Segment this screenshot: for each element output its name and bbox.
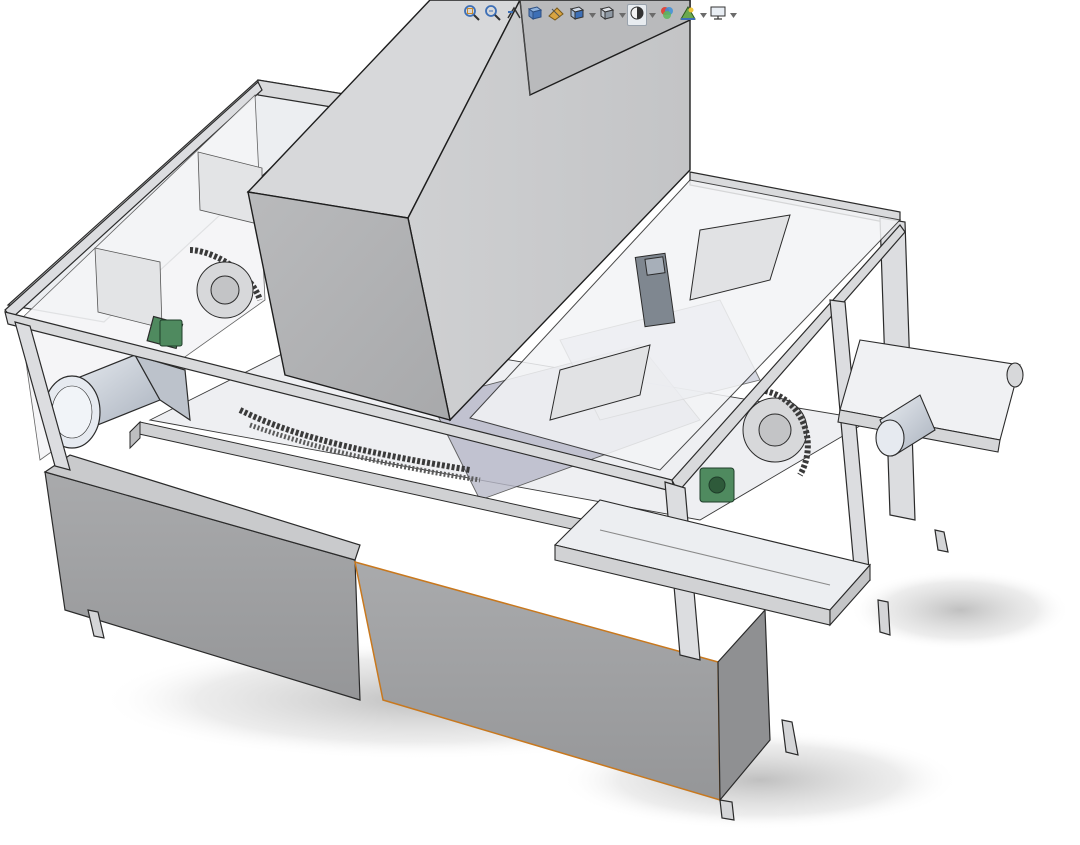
hide-show-items-button[interactable] xyxy=(627,4,647,26)
chevron-down-icon xyxy=(648,12,656,18)
display-style-dropdown[interactable] xyxy=(618,4,626,26)
section-view-button[interactable] xyxy=(525,4,545,26)
display-style-button[interactable] xyxy=(597,4,617,26)
previous-view-button[interactable] xyxy=(504,4,524,26)
annotation-view-icon xyxy=(547,4,565,26)
graphics-viewport[interactable] xyxy=(0,0,1080,845)
view-orientation-icon xyxy=(568,4,586,26)
view-settings-dropdown[interactable] xyxy=(729,4,737,26)
hide-show-icon xyxy=(628,4,646,26)
apply-scene-button[interactable] xyxy=(678,4,698,26)
apply-scene-dropdown[interactable] xyxy=(699,4,707,26)
zoom-to-area-button[interactable] xyxy=(483,4,503,26)
view-settings-button[interactable] xyxy=(708,4,728,26)
chevron-down-icon xyxy=(618,12,626,18)
section-view-icon xyxy=(526,4,544,26)
edit-appearance-button[interactable] xyxy=(657,4,677,26)
cad-model-view[interactable] xyxy=(0,0,1080,845)
previous-view-icon xyxy=(505,4,523,26)
apply-scene-icon xyxy=(679,4,697,26)
edit-appearance-icon xyxy=(658,4,676,26)
heads-up-view-toolbar xyxy=(462,2,737,28)
display-style-icon xyxy=(598,4,616,26)
monitor-icon xyxy=(709,4,727,26)
chevron-down-icon xyxy=(699,12,707,18)
hide-show-items-dropdown[interactable] xyxy=(648,4,656,26)
chevron-down-icon xyxy=(729,12,737,18)
zoom-area-icon xyxy=(484,4,502,26)
outfeed-conveyor xyxy=(553,499,872,627)
side-conveyor xyxy=(837,339,1024,453)
zoom-to-fit-button[interactable] xyxy=(462,4,482,26)
zoom-to-fit-icon xyxy=(463,4,481,26)
chevron-down-icon xyxy=(588,12,596,18)
dynamic-annotation-views-button[interactable] xyxy=(546,4,566,26)
view-orientation-button[interactable] xyxy=(567,4,587,26)
view-orientation-dropdown[interactable] xyxy=(588,4,596,26)
